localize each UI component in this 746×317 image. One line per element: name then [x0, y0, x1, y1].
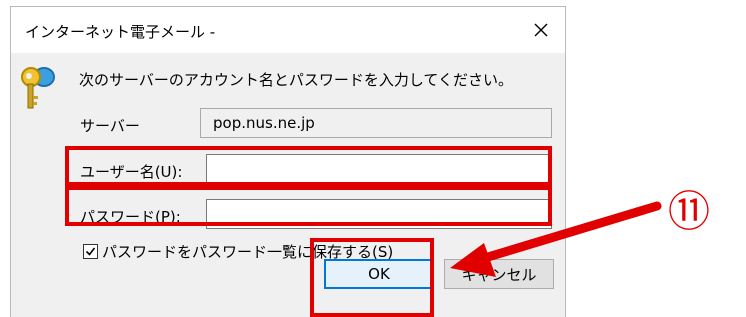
step-number: ⑪ — [668, 187, 711, 236]
arrow-icon — [450, 201, 662, 277]
